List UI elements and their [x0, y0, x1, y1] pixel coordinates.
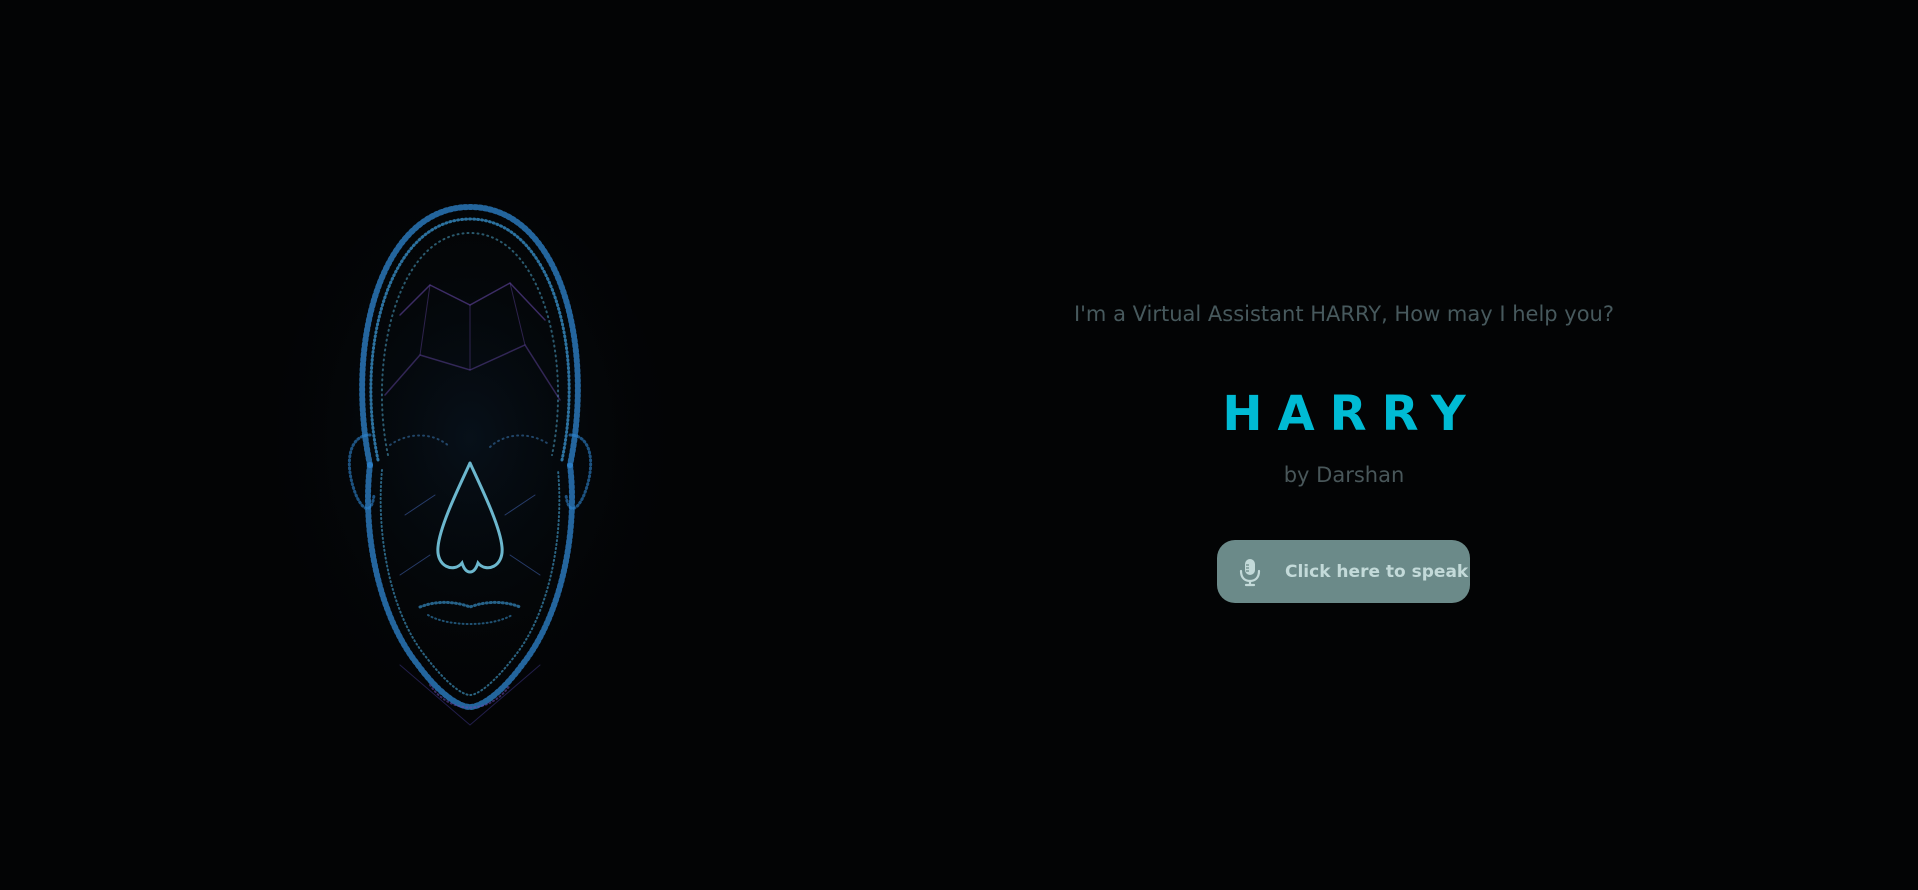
wireframe-face-image [270, 195, 670, 745]
speak-button-label: Click here to speak [1285, 561, 1469, 582]
greeting-text: I'm a Virtual Assistant HARRY, How may I… [1073, 302, 1615, 326]
assistant-title: HARRY [1222, 386, 1481, 442]
author-subtitle: by Darshan [1283, 463, 1405, 487]
speak-button[interactable]: Click here to speak [1217, 540, 1470, 603]
assistant-panel: I'm a Virtual Assistant HARRY, How may I… [1044, 0, 1644, 890]
microphone-icon [1237, 557, 1263, 587]
